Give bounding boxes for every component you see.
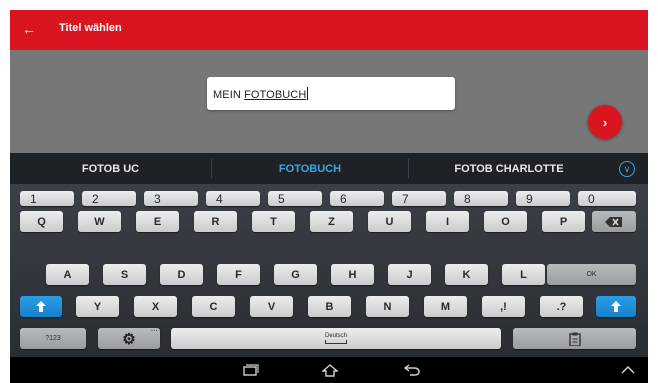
key-m[interactable]: M [424,296,467,317]
key-p[interactable]: P [542,211,585,232]
clipboard-key[interactable] [513,328,636,349]
shift-right-key[interactable] [596,296,636,317]
title-input[interactable]: MEIN FOTOBUCH [207,77,455,110]
key-h[interactable]: H [331,264,374,285]
content-area: MEIN FOTOBUCH › [10,50,648,161]
key-n[interactable]: N [366,296,409,317]
hide-keyboard-icon [621,366,635,374]
key-6[interactable]: 6 [330,191,384,206]
home-button[interactable] [318,361,342,379]
title-input-prefix: MEIN [213,89,245,101]
recent-apps-button[interactable] [239,361,263,379]
back-icon [404,364,420,376]
chevron-right-icon: › [602,114,608,130]
key-d[interactable]: D [160,264,203,285]
key-j[interactable]: J [388,264,431,285]
key-2[interactable]: 2 [82,191,136,206]
key-t[interactable]: T [252,211,295,232]
key-8[interactable]: 8 [454,191,508,206]
key-b[interactable]: B [308,296,351,317]
top-bar: ← Titel wählen [10,10,648,50]
title-input-value: MEIN FOTOBUCH [213,87,309,101]
key-y[interactable]: Y [76,296,119,317]
key-q[interactable]: Q [20,211,63,232]
title-input-composing-word: FOTOBUCH [244,89,307,101]
symbols-key[interactable]: ?123 [20,328,86,349]
chevron-down-circle-icon[interactable]: ∨ [619,161,635,177]
page-title: Titel wählen [59,22,122,34]
key-0[interactable]: 0 [578,191,636,206]
key-s[interactable]: S [103,264,146,285]
key-c[interactable]: C [192,296,235,317]
key-i[interactable]: I [426,211,469,232]
text-cursor [307,87,309,100]
key-4[interactable]: 4 [206,191,260,206]
key-w[interactable]: W [78,211,121,232]
key-o[interactable]: O [484,211,527,232]
key-a[interactable]: A [46,264,89,285]
key-v[interactable]: V [250,296,293,317]
backspace-key[interactable] [592,211,636,232]
hide-keyboard-button[interactable] [616,361,640,379]
space-language-label: Deutsch [324,333,347,339]
next-button[interactable]: › [588,105,622,139]
recent-apps-icon [243,364,259,376]
key-z[interactable]: Z [310,211,353,232]
shift-icon [36,301,46,312]
key-x[interactable]: X [134,296,177,317]
suggestion-middle[interactable]: FOTOBUCH [212,153,408,184]
key-r[interactable]: R [194,211,237,232]
key-u[interactable]: U [368,211,411,232]
ok-key[interactable]: OK [547,264,636,285]
key-g[interactable]: G [274,264,317,285]
more-dots-icon: ··· [151,328,158,335]
comma-key[interactable]: ,! [482,296,525,317]
backspace-icon [605,216,622,227]
key-f[interactable]: F [217,264,260,285]
clipboard-icon [568,332,581,346]
onscreen-keyboard: 1 2 3 4 5 6 7 8 9 0 Q W E R T Z U I O P … [10,184,648,357]
settings-icon: ⚙ [122,330,136,348]
arrow-left-icon: ← [22,21,36,37]
key-9[interactable]: 9 [516,191,570,206]
back-button[interactable]: ← [20,20,38,38]
shift-icon [611,301,621,312]
key-k[interactable]: K [445,264,488,285]
shift-left-key[interactable] [20,296,62,317]
settings-key[interactable]: ⚙ ··· [98,328,160,349]
suggestion-left[interactable]: FOTOB UC [10,153,211,184]
period-key[interactable]: .? [540,296,583,317]
app-screen: ← Titel wählen MEIN FOTOBUCH › FOTOB UC … [10,10,648,383]
back-nav-button[interactable] [400,361,424,379]
key-l[interactable]: L [502,264,545,285]
key-7[interactable]: 7 [392,191,446,206]
key-1[interactable]: 1 [20,191,74,206]
space-bar-icon [325,340,347,344]
key-e[interactable]: E [136,211,179,232]
space-key[interactable]: Deutsch [171,328,501,349]
system-nav-bar [10,357,648,383]
key-5[interactable]: 5 [268,191,322,206]
suggestion-strip: FOTOB UC FOTOBUCH FOTOB CHARLOTTE ∨ [10,153,648,184]
home-icon [322,363,338,377]
key-3[interactable]: 3 [144,191,198,206]
suggestion-right[interactable]: FOTOB CHARLOTTE [409,153,609,184]
